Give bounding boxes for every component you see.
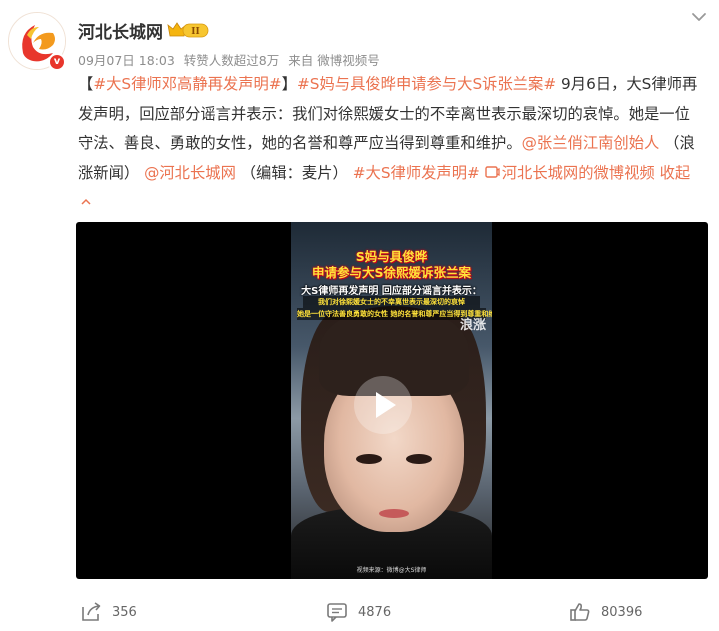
mention-link[interactable]: @河北长城网 <box>144 164 236 182</box>
verified-badge: v <box>48 53 66 71</box>
share-count: 356 <box>112 604 137 620</box>
post-body-text: （编辑：麦片） <box>235 163 348 182</box>
comment-count: 4876 <box>358 604 392 620</box>
bracket-close: 】 <box>281 75 297 93</box>
like-button[interactable]: 80396 <box>569 599 642 625</box>
vip-crown-icon: II <box>167 22 209 38</box>
thumbs-up-icon <box>570 603 590 621</box>
bracket-open: 【 <box>78 75 94 93</box>
mention-link[interactable]: @张兰俏江南创始人 <box>522 134 660 152</box>
video-link[interactable]: 河北长城网的微博视频 <box>485 164 655 182</box>
play-button[interactable] <box>354 376 412 434</box>
video-player[interactable]: S妈与具俊晔 申请参与大S徐熙媛诉张兰案 大S律师再发声明 回应部分谣言并表示：… <box>76 222 708 579</box>
video-footer: 视频来源：微博@大S律师 <box>356 567 427 574</box>
video-caption: 她是一位守法善良勇敢的女性 她的名誉和尊严应当得到尊重和维护 <box>297 308 492 320</box>
video-caption: 申请参与大S徐熙媛诉张兰案 <box>311 265 471 280</box>
play-icon <box>376 392 396 418</box>
chevron-down-icon[interactable] <box>691 10 707 24</box>
video-caption: 我们对徐熙媛女士的不幸离世表示最深切的哀悼 <box>303 296 480 308</box>
hashtag-link[interactable]: #大S律师发声明# <box>353 164 480 182</box>
post-time[interactable]: 09月07日 18:03 <box>78 53 175 68</box>
account-name[interactable]: 河北长城网 <box>78 18 163 43</box>
video-still-eye <box>356 454 382 464</box>
chevron-up-icon <box>81 198 91 205</box>
video-still-lips <box>379 509 409 518</box>
action-bar: 356 4876 80396 <box>0 596 719 630</box>
video-still-eye <box>406 454 432 464</box>
vip-badge[interactable]: II <box>166 21 210 39</box>
post-text: 【#大S律师邓高静再发声明#】#S妈与具俊晔申请参与大S诉张兰案# 9月6日，大… <box>78 70 704 218</box>
video-watermark: 浪涨 <box>459 318 486 333</box>
video-link-icon <box>485 165 500 178</box>
comment-icon <box>327 603 347 622</box>
comment-button[interactable]: 4876 <box>326 599 391 625</box>
weibo-post: v 河北长城网 II 09月07日 18:03 转赞人数超过8万 来自 微博视频… <box>0 0 719 631</box>
post-source[interactable]: 来自 微博视频号 <box>288 53 379 68</box>
post-meta: 09月07日 18:03 转赞人数超过8万 来自 微博视频号 <box>78 50 385 69</box>
collapse-label: 收起 <box>659 163 691 182</box>
video-caption: 大S律师再发声明 回应部分谣言并表示： <box>301 286 482 297</box>
repost-stat: 转赞人数超过8万 <box>183 53 280 68</box>
share-icon <box>82 602 101 621</box>
share-button[interactable]: 356 <box>80 599 137 625</box>
video-link-label: 河北长城网的微博视频 <box>501 163 655 182</box>
like-count: 80396 <box>601 604 643 620</box>
vip-level: II <box>191 27 199 37</box>
hashtag-link[interactable]: #大S律师邓高静再发声明# <box>93 75 281 93</box>
hashtag-link[interactable]: #S妈与具俊晔申请参与大S诉张兰案# <box>297 75 556 93</box>
